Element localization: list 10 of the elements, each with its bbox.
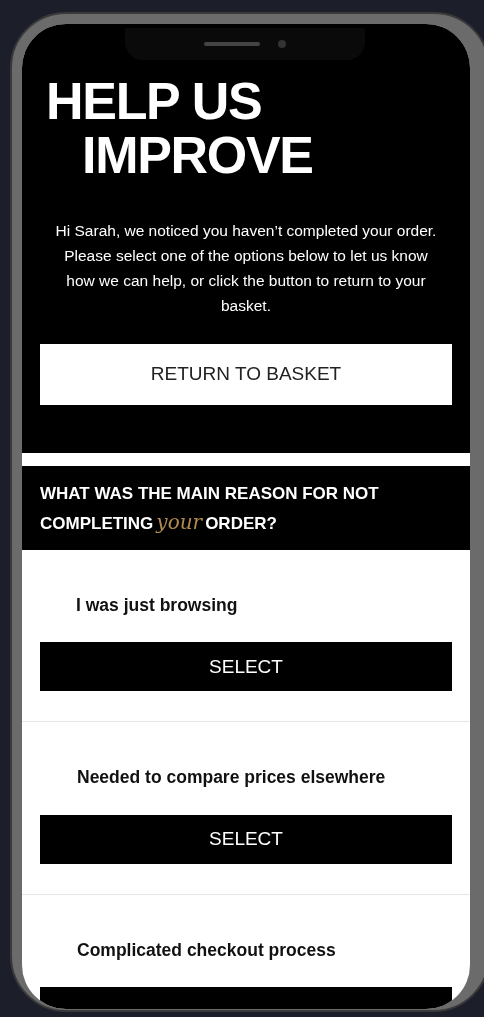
headline: IMPROVE (81, 128, 314, 182)
return-to-basket-button[interactable]: RETURN TO BASKET (40, 344, 452, 405)
select-button[interactable]: SELECT (40, 814, 452, 864)
option-label: Complicated checkout process (76, 938, 337, 962)
intro-text: Hi Sarah, we noticed you haven’t completed your order. Please select one of the options below to let us know how we can help, or click the button to return to your basket. (54, 221, 438, 316)
select-button[interactable]: SELECT (40, 642, 452, 692)
question-text: WHAT WAS THE MAIN REASON FOR NOT COMPLETINGyourORDER? (40, 483, 380, 536)
option-label: I was just browsing (75, 594, 239, 617)
headline: HELP US (46, 74, 263, 128)
option-label: Needed to compare prices elsewhere (76, 766, 387, 790)
